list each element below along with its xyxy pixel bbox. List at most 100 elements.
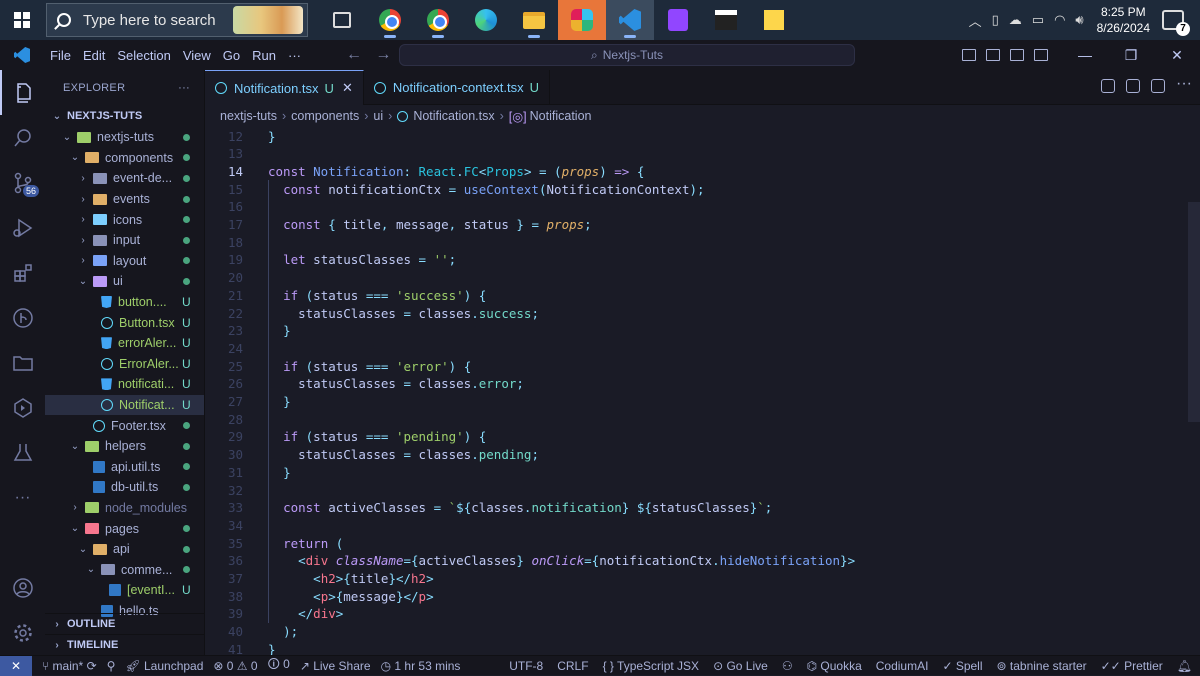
- compare-changes-icon[interactable]: [1126, 79, 1140, 93]
- taskbar-clipchamp[interactable]: [702, 0, 750, 40]
- breadcrumb-item[interactable]: Notification: [530, 109, 592, 123]
- tree-folder[interactable]: ⌄ helpers: [45, 436, 204, 457]
- toggle-secondary-sidebar-icon[interactable]: [1010, 49, 1024, 61]
- outline-section[interactable]: › OUTLINE: [45, 613, 205, 634]
- tree-folder[interactable]: ⌄ api: [45, 539, 204, 560]
- menu-edit[interactable]: Edit: [77, 48, 111, 63]
- cloud-icon[interactable]: ☁: [1009, 12, 1022, 28]
- close-icon[interactable]: ✕: [342, 80, 353, 96]
- taskbar-chrome-1[interactable]: [366, 0, 414, 40]
- chevron-up-icon[interactable]: ︿: [969, 11, 982, 30]
- tree-file[interactable]: Notificat... U: [45, 394, 204, 416]
- breadcrumb-item[interactable]: Notification.tsx: [413, 109, 494, 123]
- problems-indicator[interactable]: ⊗ 0 ⚠ 0: [213, 659, 257, 673]
- task-view-button[interactable]: [318, 0, 366, 40]
- tree-file[interactable]: Footer.tsx: [45, 415, 204, 436]
- tree-folder[interactable]: › events: [45, 189, 204, 210]
- spell-check[interactable]: ✓ Spell: [942, 659, 982, 673]
- tree-file[interactable]: errorAler... U: [45, 333, 204, 354]
- tree-folder[interactable]: › icons: [45, 209, 204, 230]
- live-share[interactable]: ↗ Live Share: [300, 659, 371, 673]
- tree-folder[interactable]: › input: [45, 230, 204, 251]
- menu-run[interactable]: Run: [246, 48, 282, 63]
- gitlens-icon[interactable]: ⚲: [107, 659, 116, 673]
- timeline-section[interactable]: › TIMELINE: [45, 634, 205, 655]
- command-center-search[interactable]: ⌕ Nextjs-Tuts: [399, 44, 855, 66]
- remote-indicator[interactable]: ✕: [0, 655, 32, 676]
- restore-button[interactable]: ❐: [1108, 47, 1154, 64]
- quokka[interactable]: ⌬ Quokka: [807, 659, 862, 673]
- close-window-button[interactable]: ✕: [1154, 47, 1200, 64]
- launchpad[interactable]: 🚀︎ Launchpad: [125, 659, 203, 673]
- tab-notification-tsx[interactable]: Notification.tsx U ✕: [205, 70, 364, 105]
- notification-center-icon[interactable]: 7: [1162, 10, 1190, 36]
- taskbar-edge[interactable]: [462, 0, 510, 40]
- activity-source-control[interactable]: 56: [0, 160, 45, 205]
- activity-remote[interactable]: [0, 385, 45, 430]
- timeline-history-icon[interactable]: [1101, 79, 1115, 93]
- tree-folder[interactable]: ⌄ nextjs-tuts: [45, 127, 204, 148]
- menu-view[interactable]: View: [177, 48, 217, 63]
- ports-indicator[interactable]: 🛈 0: [268, 655, 290, 676]
- tree-file[interactable]: db-util.ts: [45, 477, 204, 498]
- forward-arrow-icon[interactable]: →: [375, 46, 391, 63]
- activity-extensions[interactable]: [0, 250, 45, 295]
- tree-folder[interactable]: ⌄ components: [45, 148, 204, 169]
- breadcrumb-item[interactable]: nextjs-tuts: [220, 109, 277, 123]
- time-tracker[interactable]: ◷ 1 hr 53 mins: [381, 659, 461, 673]
- device-icon[interactable]: ▯: [992, 12, 999, 28]
- activity-more[interactable]: ···: [0, 475, 45, 520]
- activity-manage[interactable]: [0, 610, 45, 655]
- battery-icon[interactable]: ▭: [1032, 12, 1044, 28]
- taskbar-twitch[interactable]: [654, 0, 702, 40]
- tree-folder[interactable]: ⌄ ui: [45, 271, 204, 292]
- tab-notification-context-tsx[interactable]: Notification-context.tsx U: [364, 70, 551, 105]
- activity-search[interactable]: [0, 115, 45, 160]
- customize-layout-icon[interactable]: [1034, 49, 1048, 61]
- taskbar-chrome-2[interactable]: [414, 0, 462, 40]
- activity-gitlens[interactable]: [0, 295, 45, 340]
- more-actions-icon[interactable]: ···: [1176, 76, 1192, 93]
- language-mode[interactable]: { } TypeScript JSX: [603, 659, 700, 673]
- codium[interactable]: CodiumAI: [876, 659, 929, 673]
- taskbar-search[interactable]: Type here to search: [46, 3, 308, 37]
- activity-project-manager[interactable]: [0, 340, 45, 385]
- bell-icon[interactable]: 🔔︎: [1177, 659, 1192, 673]
- breadcrumb-item[interactable]: ui: [373, 109, 383, 123]
- toggle-panel-icon[interactable]: [986, 49, 1000, 61]
- end-of-line[interactable]: CRLF: [557, 659, 588, 673]
- wifi-icon[interactable]: ◠: [1054, 12, 1065, 28]
- toggle-primary-sidebar-icon[interactable]: [962, 49, 976, 61]
- taskbar-sticky-notes[interactable]: [750, 0, 798, 40]
- menu-file[interactable]: File: [44, 48, 77, 63]
- tree-folder[interactable]: › layout: [45, 251, 204, 272]
- tree-file[interactable]: button.... U: [45, 292, 204, 313]
- activity-accounts[interactable]: [0, 565, 45, 610]
- taskbar-slack[interactable]: [558, 0, 606, 40]
- copilot-icon[interactable]: ⚇: [782, 659, 793, 673]
- code-editor[interactable]: 12} 13 14 const Notification: React.FC<Prop…: [205, 127, 1200, 655]
- minimize-button[interactable]: —: [1062, 47, 1108, 63]
- tree-folder[interactable]: ⌄ pages: [45, 518, 204, 539]
- start-button[interactable]: [0, 0, 44, 40]
- activity-testing[interactable]: [0, 430, 45, 475]
- tree-file[interactable]: Button.tsx U: [45, 312, 204, 333]
- tabnine[interactable]: ⊚ tabnine starter: [997, 659, 1087, 673]
- taskbar-file-explorer[interactable]: [510, 0, 558, 40]
- menu-go[interactable]: Go: [217, 48, 246, 63]
- explorer-more-actions[interactable]: ···: [178, 82, 190, 94]
- clock[interactable]: 8:25 PM 8/26/2024: [1097, 4, 1150, 36]
- encoding[interactable]: UTF-8: [509, 659, 543, 673]
- volume-icon[interactable]: 🔊︎: [1075, 12, 1083, 28]
- back-arrow-icon[interactable]: ←: [346, 46, 362, 63]
- workspace-root[interactable]: ⌄ NEXTJS-TUTS: [45, 105, 204, 127]
- prettier[interactable]: ✓✓ Prettier: [1101, 659, 1163, 673]
- tree-folder[interactable]: › node_modules: [45, 498, 204, 519]
- tree-folder[interactable]: › event-de...: [45, 168, 204, 189]
- editor-scrollbar[interactable]: [1188, 202, 1200, 422]
- tree-file[interactable]: [eventI... U: [45, 580, 204, 601]
- activity-run-debug[interactable]: [0, 205, 45, 250]
- tree-file[interactable]: ErrorAler... U: [45, 354, 204, 375]
- split-editor-icon[interactable]: [1151, 79, 1165, 93]
- git-branch[interactable]: ⑂ main* ⟳: [42, 659, 97, 673]
